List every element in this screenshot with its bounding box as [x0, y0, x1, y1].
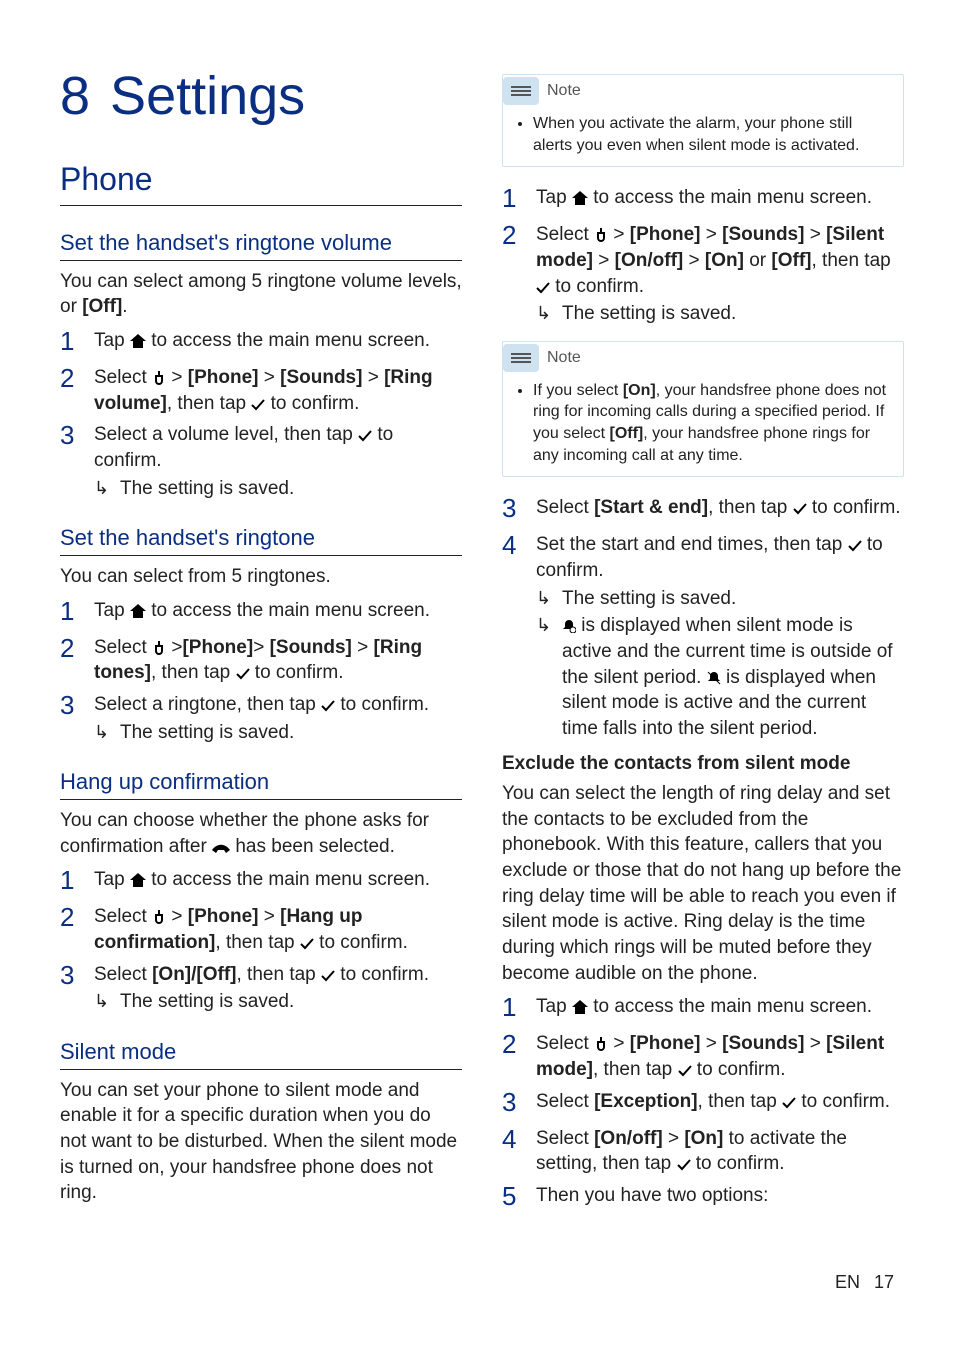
home-icon: [572, 191, 588, 205]
check-icon: [782, 1097, 796, 1109]
exclude-heading: Exclude the contacts from silent mode: [502, 751, 904, 777]
intro-text: You can select among 5 ringtone volume l…: [60, 269, 462, 320]
check-icon: [321, 700, 335, 712]
result-arrow-icon: ↳: [94, 476, 120, 502]
section-phone: Phone: [60, 158, 462, 206]
home-icon: [130, 604, 146, 618]
settings-icon: [594, 1037, 608, 1051]
chapter-title: 8Settings: [60, 60, 462, 133]
page-footer: EN17: [835, 1270, 894, 1294]
heading-hangup: Hang up confirmation: [60, 767, 462, 800]
check-icon: [848, 540, 862, 552]
check-icon: [358, 430, 372, 442]
home-icon: [572, 1000, 588, 1014]
hangup-icon: [212, 842, 230, 854]
bell-clock-icon: [562, 619, 576, 633]
result-arrow-icon: ↳: [536, 586, 562, 612]
heading-ringtone-volume: Set the handset's ringtone volume: [60, 228, 462, 261]
check-icon: [236, 668, 250, 680]
note-box: Note If you select [On], your handsfree …: [502, 341, 904, 477]
note-icon: [503, 77, 539, 105]
settings-icon: [152, 371, 166, 385]
settings-icon: [152, 910, 166, 924]
check-icon: [678, 1065, 692, 1077]
result-arrow-icon: ↳: [536, 301, 562, 327]
home-icon: [130, 873, 146, 887]
note-icon: [503, 344, 539, 372]
check-icon: [321, 970, 335, 982]
settings-icon: [152, 641, 166, 655]
result-arrow-icon: ↳: [536, 613, 562, 741]
bell-mute-icon: [707, 671, 721, 685]
step-body: Tap to access the main menu screen.: [94, 324, 462, 359]
check-icon: [536, 282, 550, 294]
check-icon: [677, 1159, 691, 1171]
heading-ringtone: Set the handset's ringtone: [60, 523, 462, 556]
check-icon: [300, 938, 314, 950]
step-number: 1: [60, 324, 94, 359]
result-arrow-icon: ↳: [94, 989, 120, 1015]
check-icon: [793, 503, 807, 515]
home-icon: [130, 334, 146, 348]
settings-icon: [594, 228, 608, 242]
heading-silent: Silent mode: [60, 1037, 462, 1070]
note-box: Note When you activate the alarm, your p…: [502, 74, 904, 167]
check-icon: [251, 399, 265, 411]
result-arrow-icon: ↳: [94, 720, 120, 746]
